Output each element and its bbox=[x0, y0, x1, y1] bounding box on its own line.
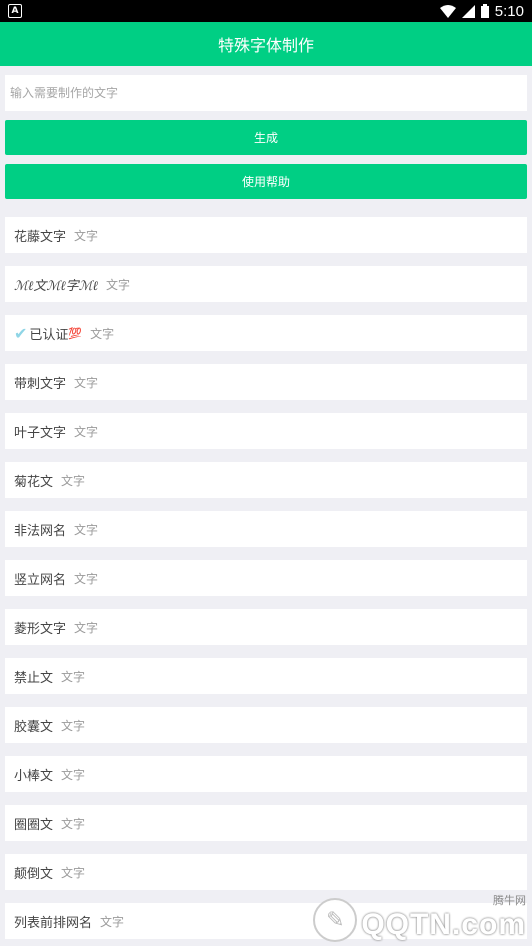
style-name: 禁止文 bbox=[14, 670, 54, 686]
cell-signal-icon bbox=[461, 4, 475, 18]
style-name: 已认证 bbox=[29, 327, 69, 343]
style-item-leaf[interactable]: 叶子文字 文字 bbox=[5, 413, 527, 449]
battery-icon bbox=[480, 4, 489, 18]
style-name: 叶子文字 bbox=[14, 425, 67, 441]
help-button-label: 使用帮助 bbox=[241, 175, 290, 189]
page-title: 特殊字体制作 bbox=[217, 36, 314, 55]
style-name: 菱形文字 bbox=[14, 621, 67, 637]
checkmark-icon: ✔ bbox=[14, 323, 28, 343]
style-preview: 文字 bbox=[74, 375, 99, 390]
style-list: 花藤文字 文字 ℳℓ文ℳℓ字ℳℓ 文字 ✔ 已认证 💯 文字 带刺文字 文字 叶… bbox=[0, 217, 532, 939]
style-preview: 文字 bbox=[61, 473, 86, 488]
wifi-icon bbox=[439, 4, 456, 18]
status-right: 5:10 bbox=[439, 2, 524, 20]
style-preview: 文字 bbox=[100, 914, 125, 929]
style-item-diamond[interactable]: 菱形文字 文字 bbox=[5, 609, 527, 645]
style-item-upside-down[interactable]: 颠倒文 文字 bbox=[5, 854, 527, 890]
style-name: 列表前排网名 bbox=[14, 915, 93, 931]
generate-button[interactable]: 生成 bbox=[5, 120, 527, 155]
watermark: ✎ 腾牛网 QQTN.com bbox=[313, 892, 526, 942]
style-name: 非法网名 bbox=[14, 523, 67, 539]
status-time: 5:10 bbox=[494, 2, 524, 20]
style-preview: 文字 bbox=[74, 571, 99, 586]
style-item-illegal-name[interactable]: 非法网名 文字 bbox=[5, 511, 527, 547]
style-preview: 文字 bbox=[61, 718, 86, 733]
style-item-capsule[interactable]: 胶囊文 文字 bbox=[5, 707, 527, 743]
style-preview: 文字 bbox=[61, 816, 86, 831]
style-name: 花藤文字 bbox=[14, 229, 67, 245]
style-item-flower-vine[interactable]: 花藤文字 文字 bbox=[5, 217, 527, 253]
style-preview: 文字 bbox=[74, 228, 99, 243]
style-item-small-stick[interactable]: 小棒文 文字 bbox=[5, 756, 527, 792]
style-item-chrysanthemum[interactable]: 菊花文 文字 bbox=[5, 462, 527, 498]
watermark-text: 腾牛网 QQTN.com bbox=[361, 892, 526, 942]
style-name: 竖立网名 bbox=[14, 572, 67, 588]
watermark-brand: QQTN.com bbox=[361, 908, 526, 941]
style-item-forbidden[interactable]: 禁止文 文字 bbox=[5, 658, 527, 694]
style-name: 带刺文字 bbox=[14, 376, 67, 392]
app-bar: 特殊字体制作 bbox=[0, 22, 532, 66]
style-item-thorny[interactable]: 带刺文字 文字 bbox=[5, 364, 527, 400]
style-preview: 文字 bbox=[90, 326, 115, 341]
style-name: 圈圈文 bbox=[14, 817, 54, 833]
style-preview: 文字 bbox=[61, 669, 86, 684]
style-item-verified[interactable]: ✔ 已认证 💯 文字 bbox=[5, 315, 527, 351]
style-preview: 文字 bbox=[74, 522, 99, 537]
style-preview: 文字 bbox=[61, 865, 86, 880]
style-name: 小棒文 bbox=[14, 768, 54, 784]
status-bar: A 5:10 bbox=[0, 0, 532, 22]
input-container bbox=[0, 66, 532, 111]
help-button[interactable]: 使用帮助 bbox=[5, 164, 527, 199]
style-name: 颠倒文 bbox=[14, 866, 54, 882]
status-left: A bbox=[8, 4, 22, 18]
watermark-site: 腾牛网 bbox=[493, 894, 526, 907]
hundred-points-icon: 💯 bbox=[68, 326, 83, 340]
style-item-circle[interactable]: 圈圈文 文字 bbox=[5, 805, 527, 841]
style-name: 菊花文 bbox=[14, 474, 54, 490]
generate-button-label: 生成 bbox=[253, 131, 278, 145]
style-preview: 文字 bbox=[61, 767, 86, 782]
style-preview: 文字 bbox=[105, 277, 130, 292]
style-item-vertical-name[interactable]: 竖立网名 文字 bbox=[5, 560, 527, 596]
qqtn-logo-icon: ✎ bbox=[313, 898, 358, 942]
style-item-script-ml[interactable]: ℳℓ文ℳℓ字ℳℓ 文字 bbox=[5, 266, 527, 302]
style-preview: 文字 bbox=[74, 424, 99, 439]
notification-icon: A bbox=[8, 4, 22, 18]
text-input[interactable] bbox=[5, 75, 527, 111]
style-name: ℳℓ文ℳℓ字ℳℓ bbox=[14, 278, 98, 294]
style-name: 胶囊文 bbox=[14, 719, 54, 735]
style-preview: 文字 bbox=[74, 620, 99, 635]
